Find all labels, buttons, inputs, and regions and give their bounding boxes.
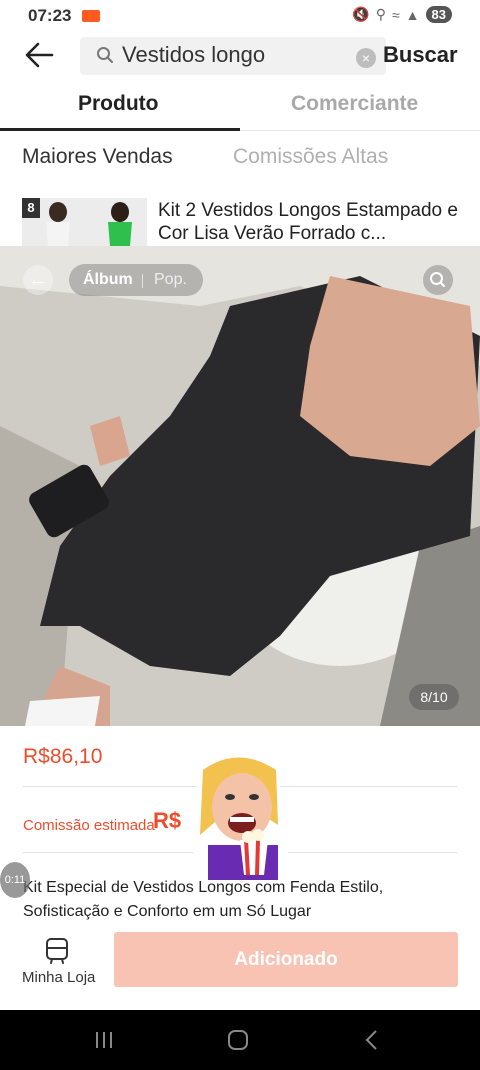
album-option[interactable]: Álbum bbox=[83, 271, 133, 289]
viewer-back-icon[interactable]: ← bbox=[23, 265, 53, 295]
mute-icon: 🔇 bbox=[352, 6, 370, 22]
product-description: Kit Especial de Vestidos Longos com Fend… bbox=[23, 879, 384, 920]
sort-comissoes-altas[interactable]: Comissões Altas bbox=[233, 145, 388, 169]
popcorn-sticker-image bbox=[178, 745, 308, 880]
clear-icon[interactable]: × bbox=[356, 48, 376, 68]
pop-option[interactable]: Pop. bbox=[154, 271, 187, 289]
toggle-separator bbox=[142, 274, 143, 288]
back-arrow-icon[interactable] bbox=[22, 38, 58, 72]
store-icon[interactable] bbox=[42, 936, 72, 971]
screen-record-icon bbox=[82, 10, 100, 22]
commission-value: R$ bbox=[153, 808, 182, 833]
signal-icon: ▲ bbox=[405, 6, 420, 23]
home-icon[interactable] bbox=[226, 1028, 250, 1057]
status-icons: 🔇 ⚲ ≈ ▲ 83 bbox=[352, 6, 452, 23]
added-button[interactable]: Adicionado bbox=[114, 932, 458, 987]
search-icon bbox=[96, 46, 114, 69]
store-label[interactable]: Minha Loja bbox=[22, 969, 95, 986]
commission-label: Comissão estimada bbox=[23, 817, 155, 834]
search-button[interactable]: Buscar bbox=[383, 42, 458, 68]
product-image[interactable] bbox=[0, 246, 480, 726]
video-timer: 0:11 bbox=[0, 862, 30, 898]
thumb-badge: 8 bbox=[22, 198, 40, 218]
tab-comerciante[interactable]: Comerciante bbox=[291, 92, 418, 116]
system-nav-bar bbox=[0, 1010, 480, 1070]
recents-icon[interactable] bbox=[92, 1028, 116, 1057]
wifi-icon: ≈ bbox=[391, 6, 400, 23]
product-thumbnail[interactable]: 8 bbox=[22, 198, 147, 246]
location-icon: ⚲ bbox=[375, 6, 386, 22]
status-time: 07:23 bbox=[28, 6, 72, 25]
battery-badge: 83 bbox=[425, 6, 452, 23]
product-title[interactable]: Kit 2 Vestidos Longos Estampado e Cor Li… bbox=[158, 199, 458, 245]
status-bar: 07:23 🔇 ⚲ ≈ ▲ 83 bbox=[0, 0, 480, 32]
sort-maiores-vendas[interactable]: Maiores Vendas bbox=[22, 145, 173, 169]
back-nav-icon[interactable] bbox=[360, 1028, 384, 1057]
search-value: Vestidos longo bbox=[122, 42, 266, 67]
viewer-search-icon[interactable] bbox=[423, 265, 453, 295]
product-price: R$86,10 bbox=[23, 745, 103, 768]
tab-produto[interactable]: Produto bbox=[78, 92, 158, 116]
active-tab-indicator bbox=[0, 128, 240, 131]
image-page-counter: 8/10 bbox=[409, 684, 459, 710]
